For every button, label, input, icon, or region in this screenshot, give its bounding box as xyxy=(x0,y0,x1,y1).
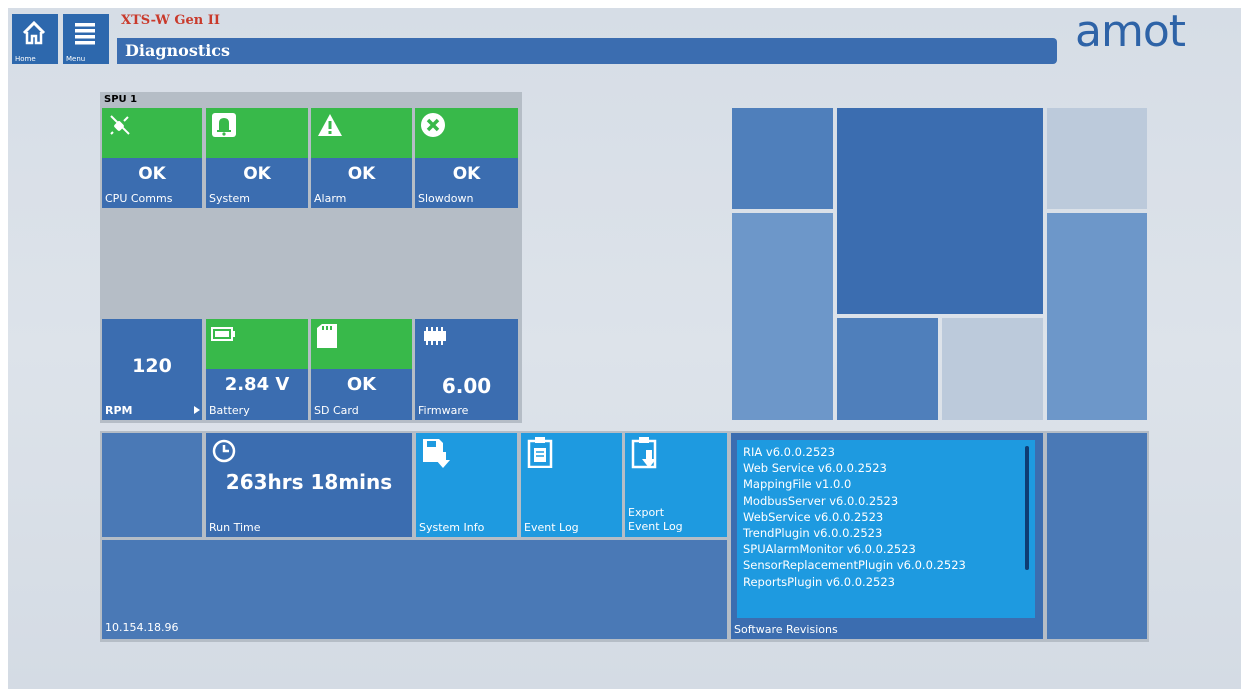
x-circle-icon xyxy=(421,113,445,137)
system-tile[interactable]: OK System xyxy=(206,108,308,208)
scrollbar[interactable] xyxy=(1025,446,1029,570)
slowdown-value: OK xyxy=(452,164,481,184)
blank-tile xyxy=(1047,433,1147,639)
software-revisions-list[interactable]: RIA v6.0.0.2523 Web Service v6.0.0.2523 … xyxy=(737,440,1035,618)
cpu-comms-tile[interactable]: OK CPU Comms xyxy=(102,108,202,208)
ip-address: 10.154.18.96 xyxy=(105,621,179,634)
menu-label: Menu xyxy=(66,55,86,63)
list-item: SensorReplacementPlugin v6.0.0.2523 xyxy=(743,558,966,573)
cpu-comms-value: OK xyxy=(138,164,166,184)
runtime-value: 263hrs 18mins xyxy=(225,470,393,494)
list-item: TrendPlugin v6.0.0.2523 xyxy=(743,526,883,541)
list-item: ReportsPlugin v6.0.0.2523 xyxy=(743,574,895,589)
home-button[interactable]: Home xyxy=(12,14,58,64)
mosaic-tile xyxy=(732,213,833,420)
slowdown-tile[interactable]: OK Slowdown xyxy=(415,108,518,208)
home-icon xyxy=(22,20,46,45)
battery-tile[interactable]: 2.84 V Battery xyxy=(206,319,308,420)
sd-card-label: SD Card xyxy=(314,404,359,417)
app-name: XTS-W Gen II xyxy=(121,13,220,28)
clock-icon xyxy=(212,439,236,463)
title-bar: Diagnostics xyxy=(117,38,1057,64)
system-info-button[interactable]: System Info xyxy=(416,433,517,537)
page-title: Diagnostics xyxy=(125,41,231,60)
firmware-tile[interactable]: 6.00 Firmware xyxy=(415,319,518,420)
export-label-line2: Event Log xyxy=(628,520,683,533)
battery-label: Battery xyxy=(209,404,250,417)
mosaic-tile xyxy=(1047,213,1147,420)
list-item: Web Service v6.0.0.2523 xyxy=(743,461,887,476)
firmware-label: Firmware xyxy=(418,404,469,417)
save-download-icon xyxy=(423,439,450,468)
mosaic-tile xyxy=(1047,108,1147,209)
sd-card-tile[interactable]: OK SD Card xyxy=(311,319,412,420)
alarm-tile[interactable]: OK Alarm xyxy=(311,108,412,208)
system-info-label: System Info xyxy=(419,521,485,534)
export-label-line1: Export xyxy=(628,506,665,519)
runtime-tile[interactable]: 263hrs 18mins Run Time xyxy=(206,433,412,537)
menu-icon xyxy=(75,23,95,45)
plug-disconnect-icon xyxy=(110,115,130,135)
runtime-label: Run Time xyxy=(209,521,261,534)
clipboard-icon xyxy=(527,437,553,468)
spu-label: SPU 1 xyxy=(104,94,138,105)
export-event-log-button[interactable]: Export Event Log xyxy=(625,433,727,537)
arrow-right-icon xyxy=(194,406,200,414)
list-item: WebService v6.0.0.2523 xyxy=(743,509,884,524)
alarm-value: OK xyxy=(347,164,376,184)
battery-value: 2.84 V xyxy=(224,374,290,395)
rpm-tile[interactable]: 120 RPM xyxy=(102,319,202,420)
clipboard-export-icon xyxy=(631,437,657,469)
sd-card-value: OK xyxy=(346,374,377,395)
mosaic-tile xyxy=(837,318,938,420)
amot-logo: amot xyxy=(1075,6,1186,57)
rpm-value: 120 xyxy=(132,355,172,377)
alarm-label: Alarm xyxy=(314,192,347,205)
warning-icon xyxy=(318,114,342,136)
firmware-value: 6.00 xyxy=(441,374,492,398)
system-value: OK xyxy=(243,164,271,184)
menu-button[interactable]: Menu xyxy=(63,14,109,64)
battery-icon xyxy=(211,327,235,341)
mosaic-tile xyxy=(837,108,1043,314)
software-revisions-label: Software Revisions xyxy=(734,623,838,636)
sd-card-icon xyxy=(317,324,337,348)
list-item: ModbusServer v6.0.0.2523 xyxy=(743,493,899,508)
rpm-label: RPM xyxy=(105,404,133,417)
blank-tile xyxy=(102,433,202,537)
bell-icon xyxy=(212,113,236,137)
cpu-comms-label: CPU Comms xyxy=(105,192,173,205)
list-item: RIA v6.0.0.2523 xyxy=(743,445,835,459)
slowdown-label: Slowdown xyxy=(418,192,474,205)
mosaic-tile xyxy=(732,108,833,209)
event-log-label: Event Log xyxy=(524,521,579,534)
event-log-button[interactable]: Event Log xyxy=(521,433,622,537)
list-item: SPUAlarmMonitor v6.0.0.2523 xyxy=(743,542,916,557)
ip-tile: 10.154.18.96 xyxy=(102,540,727,639)
system-label: System xyxy=(209,192,251,205)
home-label: Home xyxy=(15,55,36,63)
mosaic-tile xyxy=(942,318,1043,420)
chip-icon xyxy=(424,327,446,345)
list-item: MappingFile v1.0.0 xyxy=(743,477,852,492)
